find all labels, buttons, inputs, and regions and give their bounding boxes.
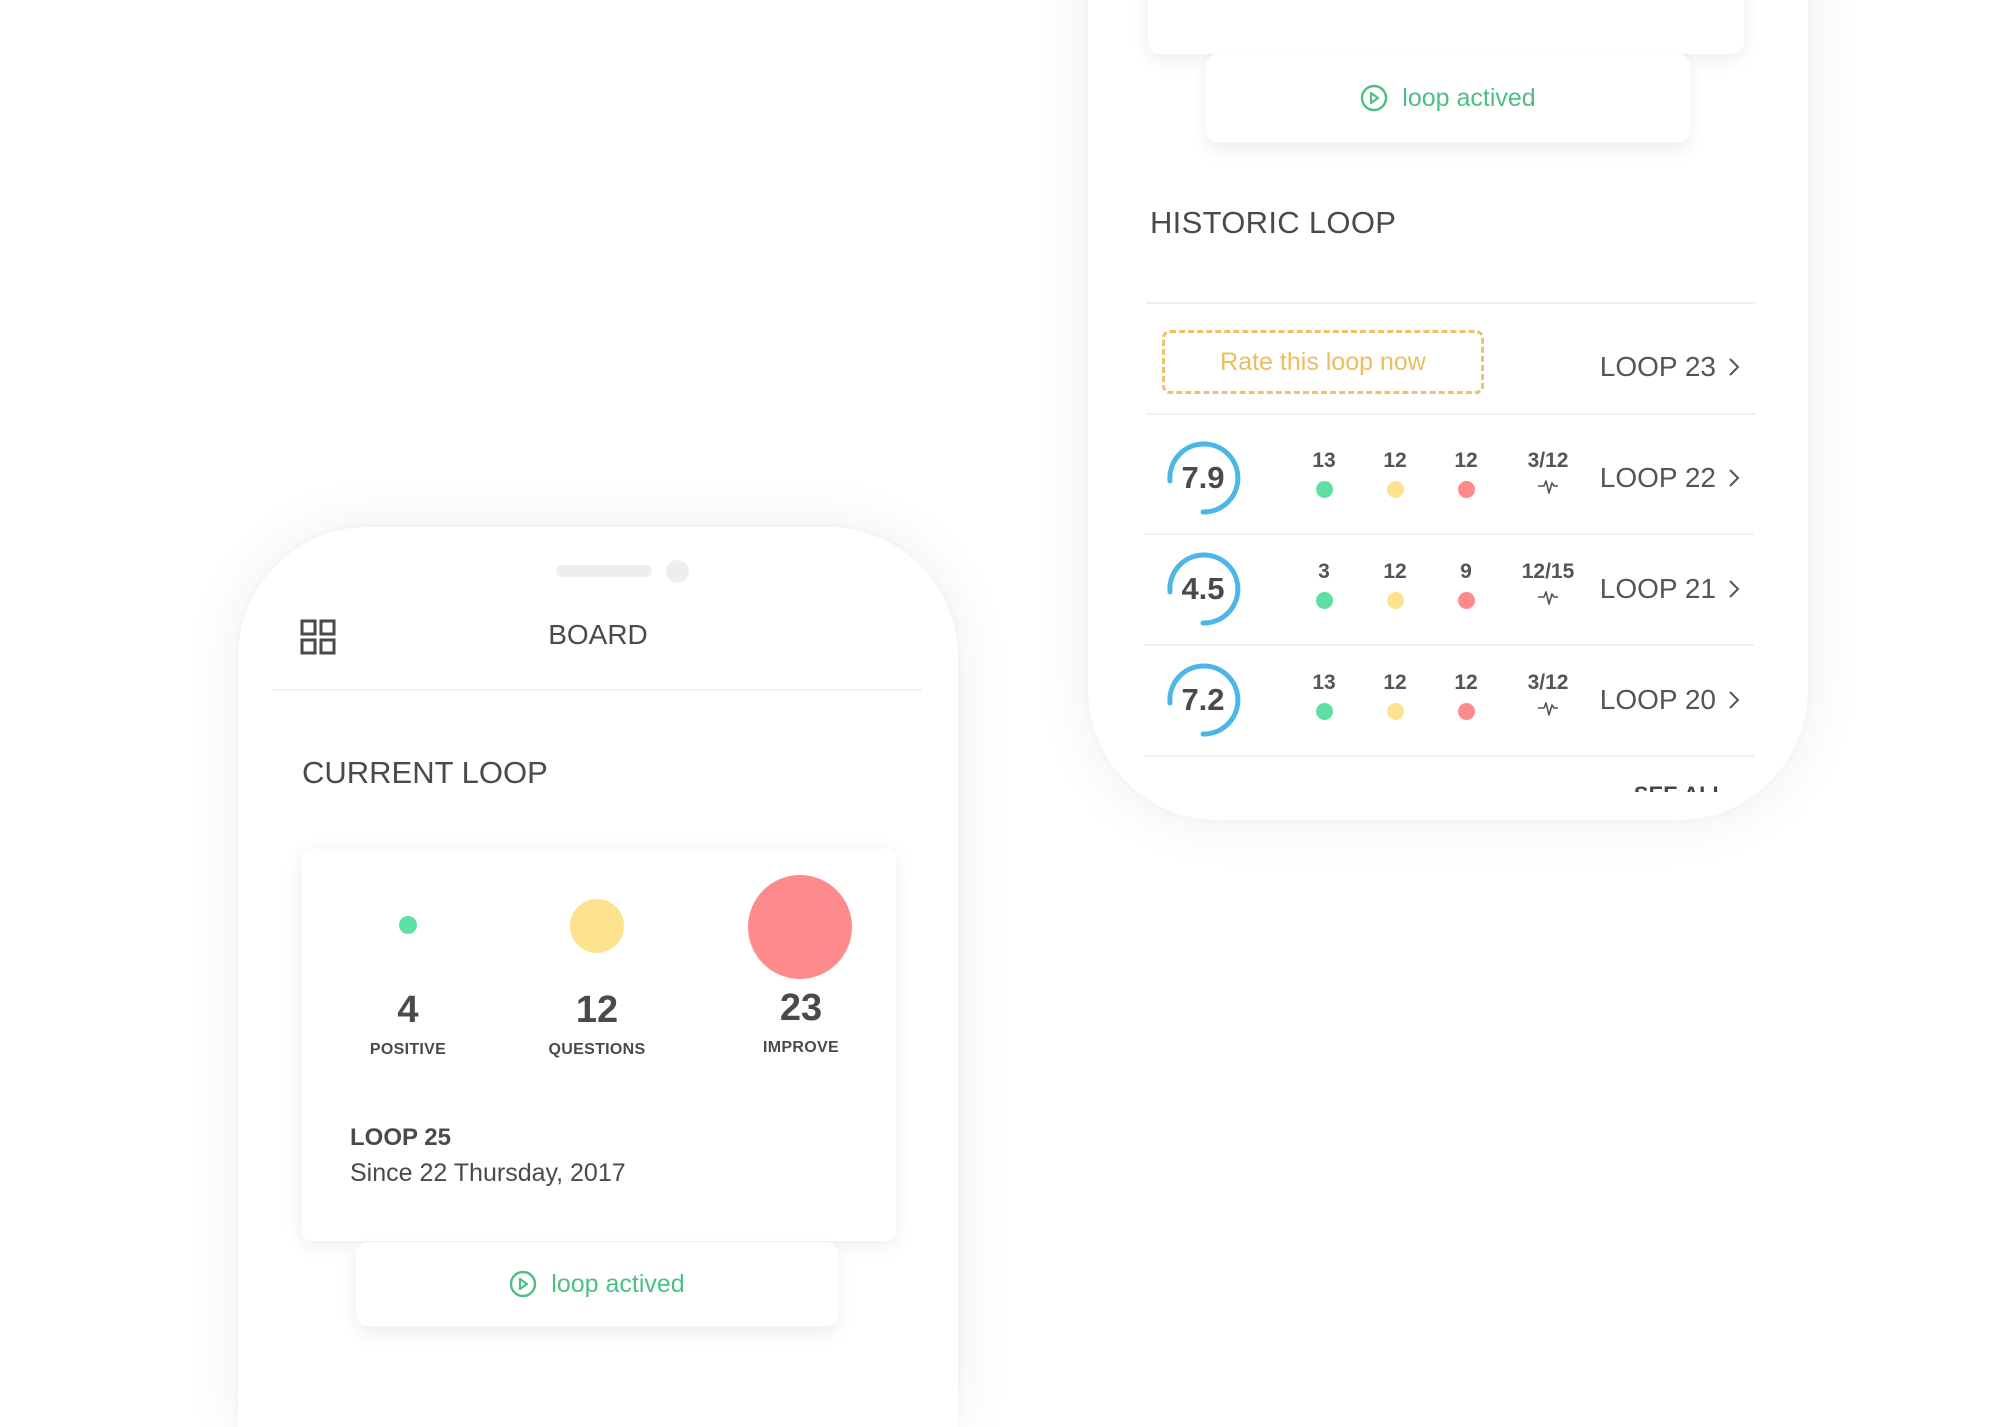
history-row[interactable]: 4.5 3 12 9 12/15 LOOP 21 xyxy=(1144,534,1754,644)
score-value: 7.9 xyxy=(1181,460,1225,495)
score-value: 4.5 xyxy=(1181,571,1225,606)
loop-active-label: loop actived xyxy=(551,1269,685,1298)
positive-count: 3 xyxy=(1318,560,1330,583)
stat-actions: 3/12 xyxy=(1503,671,1593,717)
questions-dot xyxy=(1386,592,1404,609)
questions-bubble xyxy=(570,899,624,953)
questions-count: 12 xyxy=(1383,671,1407,694)
divider xyxy=(1146,413,1756,415)
positive-count: 13 xyxy=(1312,449,1336,472)
score-ring: 4.5 xyxy=(1164,550,1242,628)
actions-count: 3/12 xyxy=(1527,671,1569,694)
current-loop-card xyxy=(1148,0,1744,54)
play-circle-icon xyxy=(510,1270,537,1298)
stat-positive: 13 xyxy=(1284,671,1364,720)
improve-count: 12 xyxy=(1454,449,1478,472)
rate-loop-button[interactable]: Rate this loop now xyxy=(1162,330,1484,394)
pulse-icon xyxy=(1538,480,1558,494)
stat-questions: 12 xyxy=(1355,449,1435,498)
history-row[interactable]: 7.2 13 12 12 3/12 LOOP 20 xyxy=(1144,645,1754,755)
improve-bubble xyxy=(748,875,852,979)
stat-positive: 13 xyxy=(1284,449,1364,498)
chevron-right-icon xyxy=(1729,358,1740,376)
stat-improve: 9 xyxy=(1426,560,1506,609)
improve-count: 23 xyxy=(779,987,823,1029)
score-ring: 7.9 xyxy=(1164,439,1242,517)
phone-speaker xyxy=(556,565,652,577)
loop-label: LOOP 20 xyxy=(1599,684,1716,715)
questions-count: 12 xyxy=(575,989,619,1031)
play-circle-icon xyxy=(1361,84,1388,112)
improve-dot xyxy=(1457,592,1475,609)
loop-label: LOOP 23 xyxy=(1599,351,1716,382)
history-row[interactable]: 7.9 13 12 12 3/12 LOOP 22 xyxy=(1144,423,1754,533)
positive-bubble xyxy=(399,916,417,934)
loop-link[interactable]: LOOP 20 xyxy=(1600,645,1740,755)
pulse-icon xyxy=(1538,702,1558,716)
positive-count: 4 xyxy=(397,989,419,1031)
board-phone-screen: BOARD CURRENT LOOP 4 POSITIVE 12 QUESTIO… xyxy=(238,527,958,1427)
stat-improve: 12 xyxy=(1426,671,1506,720)
loop-active-label: loop actived xyxy=(1402,83,1536,112)
improve-dot xyxy=(1457,481,1475,498)
divider xyxy=(1144,755,1754,757)
stat-improve: 12 xyxy=(1426,449,1506,498)
score-value: 7.2 xyxy=(1181,682,1225,717)
loop-label: LOOP 22 xyxy=(1599,462,1716,493)
chevron-right-icon xyxy=(1729,691,1740,709)
questions-dot xyxy=(1386,703,1404,720)
header-divider xyxy=(272,689,922,691)
section-title-current: CURRENT LOOP xyxy=(302,755,548,790)
questions-count: 12 xyxy=(1383,449,1407,472)
loop-link[interactable]: LOOP 21 xyxy=(1600,534,1740,644)
positive-dot xyxy=(1315,481,1333,498)
stat-questions: 12 xyxy=(1355,671,1435,720)
page-title: BOARD xyxy=(548,619,648,650)
actions-count: 3/12 xyxy=(1527,449,1569,472)
chevron-right-icon xyxy=(1729,580,1740,598)
improve-label: IMPROVE xyxy=(763,1039,839,1056)
history-row-pending: Rate this loop now LOOP 23 xyxy=(1144,312,1754,422)
improve-count: 9 xyxy=(1460,560,1472,583)
positive-label: POSITIVE xyxy=(369,1041,447,1058)
loop-since-date: Since 22 Thursday, 2017 xyxy=(350,1159,626,1187)
questions-label: QUESTIONS xyxy=(548,1041,646,1058)
loop-active-status[interactable]: loop actived xyxy=(356,1242,838,1326)
stat-questions: 12 xyxy=(1355,560,1435,609)
divider xyxy=(1146,302,1756,304)
improve-count: 12 xyxy=(1454,671,1478,694)
loop-link[interactable]: LOOP 22 xyxy=(1600,423,1740,533)
stat-positive: 3 xyxy=(1284,560,1364,609)
questions-dot xyxy=(1386,481,1404,498)
stat-actions: 12/15 xyxy=(1503,560,1593,606)
loop-link[interactable]: LOOP 23 xyxy=(1600,312,1740,422)
improve-dot xyxy=(1457,703,1475,720)
actions-count: 12/15 xyxy=(1521,560,1575,583)
pulse-icon xyxy=(1538,591,1558,605)
positive-count: 13 xyxy=(1312,671,1336,694)
loop-name: LOOP 25 xyxy=(350,1124,451,1151)
positive-dot xyxy=(1315,592,1333,609)
positive-dot xyxy=(1315,703,1333,720)
current-loop-card[interactable]: 4 POSITIVE 12 QUESTIONS 23 IMPROVE LOOP … xyxy=(302,849,896,1241)
loop-active-status[interactable]: loop actived xyxy=(1206,54,1690,142)
chevron-right-icon xyxy=(1729,469,1740,487)
score-ring: 7.2 xyxy=(1164,661,1242,739)
section-title-historic: HISTORIC LOOP xyxy=(1150,205,1397,240)
historic-phone-screen: loop actived HISTORIC LOOP Rate this loo… xyxy=(1088,0,1808,820)
stat-actions: 3/12 xyxy=(1503,449,1593,495)
questions-count: 12 xyxy=(1383,560,1407,583)
phone-camera xyxy=(666,560,689,583)
loop-label: LOOP 21 xyxy=(1599,573,1716,604)
see-all-link[interactable]: SEE ALL xyxy=(1634,780,1726,792)
